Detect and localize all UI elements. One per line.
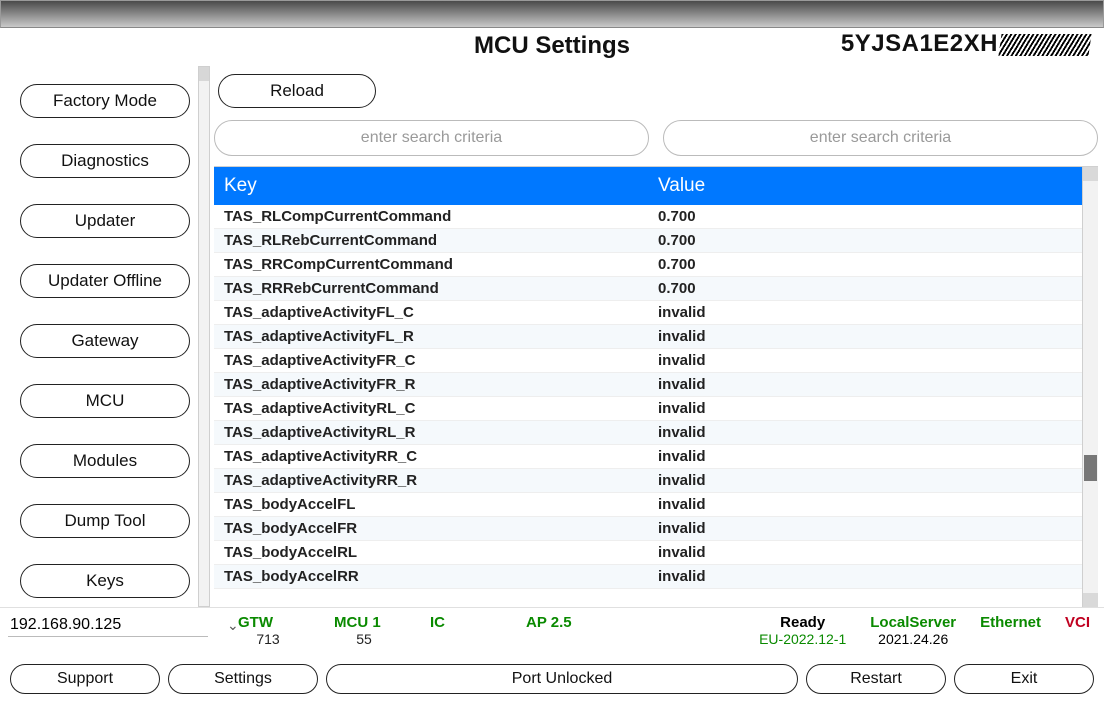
col-header-key[interactable]: Key — [214, 167, 648, 205]
module-status-ic: IC — [430, 614, 490, 647]
module-value: 55 — [334, 631, 394, 647]
status-bar: ⌄ GTW713 MCU 155 IC AP 2.5 Ready EU-2022.12… — [0, 608, 1104, 658]
table-row[interactable]: TAS_adaptiveActivityFL_Cinvalid — [214, 301, 1082, 325]
cell-key: TAS_bodyAccelFL — [214, 493, 648, 517]
cell-key: TAS_RLRebCurrentCommand — [214, 229, 648, 253]
chevron-down-icon: ⌄ — [227, 617, 239, 634]
table-row[interactable]: TAS_adaptiveActivityFR_Cinvalid — [214, 349, 1082, 373]
table-row[interactable]: TAS_bodyAccelFLinvalid — [214, 493, 1082, 517]
table-row[interactable]: TAS_RLCompCurrentCommand0.700 — [214, 205, 1082, 229]
cell-value: invalid — [648, 445, 1082, 469]
cell-key: TAS_adaptiveActivityFL_R — [214, 325, 648, 349]
sidebar: Factory Mode Diagnostics Updater Updater Of… — [0, 66, 210, 607]
cell-key: TAS_bodyAccelRR — [214, 565, 648, 589]
cell-value: invalid — [648, 349, 1082, 373]
module-value: 713 — [238, 631, 298, 647]
cell-value: invalid — [648, 469, 1082, 493]
table-row[interactable]: TAS_adaptiveActivityFR_Rinvalid — [214, 373, 1082, 397]
cell-value: invalid — [648, 421, 1082, 445]
cell-key: TAS_adaptiveActivityFL_C — [214, 301, 648, 325]
module-status-gtw: GTW713 — [238, 614, 298, 647]
page-title: MCU Settings — [474, 32, 630, 60]
settings-table: Key Value TAS_RLCompCurrentCommand0.700T… — [214, 167, 1082, 607]
module-status-mcu-1: MCU 155 — [334, 614, 394, 647]
cell-key: TAS_RRCompCurrentCommand — [214, 253, 648, 277]
cell-key: TAS_RLCompCurrentCommand — [214, 205, 648, 229]
module-name: AP 2.5 — [526, 614, 586, 631]
table-row[interactable]: TAS_bodyAccelRRinvalid — [214, 565, 1082, 589]
reload-button[interactable]: Reload — [218, 74, 376, 108]
value-search-input[interactable] — [663, 120, 1098, 156]
window-titlebar — [0, 0, 1104, 28]
status-ready: Ready EU-2022.12-1 — [759, 614, 846, 647]
status-ethernet: Ethernet — [980, 614, 1041, 647]
col-header-value[interactable]: Value — [648, 167, 1082, 205]
table-row[interactable]: TAS_adaptiveActivityRL_Cinvalid — [214, 397, 1082, 421]
sidebar-item-updater[interactable]: Updater — [20, 204, 190, 238]
key-search-input[interactable] — [214, 120, 649, 156]
cell-value: 0.700 — [648, 205, 1082, 229]
header: MCU Settings 5YJSA1E2XH — [0, 28, 1104, 66]
cell-value: invalid — [648, 373, 1082, 397]
cell-key: TAS_adaptiveActivityFR_R — [214, 373, 648, 397]
support-button[interactable]: Support — [10, 664, 160, 694]
main-panel: Reload Key Value TAS_RLCompCurrentComman… — [210, 66, 1104, 607]
table-row[interactable]: TAS_bodyAccelFRinvalid — [214, 517, 1082, 541]
status-server: LocalServer 2021.24.26 — [870, 614, 956, 647]
vin-prefix: 5YJSA1E2XH — [841, 30, 998, 57]
module-name: GTW — [238, 614, 298, 631]
footer: Support Settings Port Unlocked Restart E… — [0, 658, 1104, 702]
module-name: MCU 1 — [334, 614, 394, 631]
module-status-ap-2.5: AP 2.5 — [526, 614, 586, 647]
cell-key: TAS_bodyAccelRL — [214, 541, 648, 565]
table-row[interactable]: TAS_adaptiveActivityRR_Rinvalid — [214, 469, 1082, 493]
cell-value: invalid — [648, 493, 1082, 517]
sidebar-item-updater-offline[interactable]: Updater Offline — [20, 264, 190, 298]
sidebar-item-modules[interactable]: Modules — [20, 444, 190, 478]
sidebar-item-keys[interactable]: Keys — [20, 564, 190, 598]
table-row[interactable]: TAS_bodyAccelRLinvalid — [214, 541, 1082, 565]
sidebar-item-dump-tool[interactable]: Dump Tool — [20, 504, 190, 538]
sidebar-item-mcu[interactable]: MCU — [20, 384, 190, 418]
cell-key: TAS_adaptiveActivityFR_C — [214, 349, 648, 373]
ip-select[interactable]: ⌄ — [8, 614, 208, 637]
vin-redacted — [998, 34, 1091, 56]
sidebar-scrollbar[interactable] — [198, 66, 210, 607]
cell-value: 0.700 — [648, 253, 1082, 277]
cell-key: TAS_adaptiveActivityRL_R — [214, 421, 648, 445]
cell-key: TAS_adaptiveActivityRR_C — [214, 445, 648, 469]
sidebar-item-gateway[interactable]: Gateway — [20, 324, 190, 358]
table-row[interactable]: TAS_RRRebCurrentCommand0.700 — [214, 277, 1082, 301]
table-scrollbar[interactable] — [1082, 167, 1098, 607]
status-vci: VCI — [1065, 614, 1090, 647]
cell-key: TAS_RRRebCurrentCommand — [214, 277, 648, 301]
cell-value: 0.700 — [648, 229, 1082, 253]
vin: 5YJSA1E2XH — [841, 30, 1090, 58]
cell-value: invalid — [648, 397, 1082, 421]
cell-value: invalid — [648, 541, 1082, 565]
sidebar-item-factory-mode[interactable]: Factory Mode — [20, 84, 190, 118]
exit-button[interactable]: Exit — [954, 664, 1094, 694]
module-name: IC — [430, 614, 490, 631]
table-row[interactable]: TAS_adaptiveActivityRL_Rinvalid — [214, 421, 1082, 445]
table-row[interactable]: TAS_RRCompCurrentCommand0.700 — [214, 253, 1082, 277]
scroll-thumb[interactable] — [1084, 455, 1097, 481]
cell-key: TAS_adaptiveActivityRR_R — [214, 469, 648, 493]
sidebar-item-diagnostics[interactable]: Diagnostics — [20, 144, 190, 178]
port-button[interactable]: Port Unlocked — [326, 664, 798, 694]
cell-value: invalid — [648, 325, 1082, 349]
cell-value: invalid — [648, 517, 1082, 541]
cell-key: TAS_adaptiveActivityRL_C — [214, 397, 648, 421]
settings-button[interactable]: Settings — [168, 664, 318, 694]
table-row[interactable]: TAS_adaptiveActivityFL_Rinvalid — [214, 325, 1082, 349]
cell-key: TAS_bodyAccelFR — [214, 517, 648, 541]
ip-input[interactable] — [10, 616, 217, 634]
cell-value: invalid — [648, 301, 1082, 325]
table-row[interactable]: TAS_RLRebCurrentCommand0.700 — [214, 229, 1082, 253]
cell-value: invalid — [648, 565, 1082, 589]
table-row[interactable]: TAS_adaptiveActivityRR_Cinvalid — [214, 445, 1082, 469]
restart-button[interactable]: Restart — [806, 664, 946, 694]
cell-value: 0.700 — [648, 277, 1082, 301]
